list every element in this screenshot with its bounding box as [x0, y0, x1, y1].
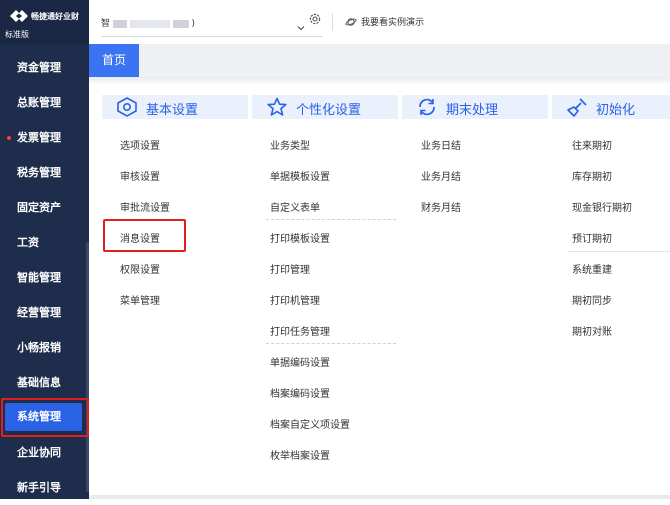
menu-item-monthly-close[interactable]: 业务月结: [421, 168, 461, 183]
account-name: 智 ): [101, 16, 195, 29]
section-title: 基本设置: [146, 103, 199, 118]
gear-icon: [117, 97, 137, 117]
highlight-box-message: [103, 219, 186, 252]
sidebar-item-expense[interactable]: 小畅报销: [0, 331, 89, 365]
new-dot-icon: [7, 136, 11, 140]
section-header-personalize: 个性化设置: [252, 95, 398, 119]
sidebar-item-collab[interactable]: 企业协同: [0, 436, 89, 470]
tab-home[interactable]: 首页: [89, 44, 139, 77]
demo-link[interactable]: 我要看实例演示: [361, 15, 424, 28]
sidebar-item-guide[interactable]: 新手引导: [0, 471, 89, 505]
account-underline: [101, 36, 323, 37]
sidebar-item-label: 新手引导: [17, 481, 61, 494]
section-title: 个性化设置: [296, 103, 362, 118]
sidebar-item-smart[interactable]: 智能管理: [0, 261, 89, 295]
masked-text: [172, 19, 189, 28]
menu-item-options[interactable]: 选项设置: [120, 137, 160, 152]
account-prefix: 智: [101, 19, 111, 29]
logo-icon: [10, 10, 28, 22]
refresh-icon: [419, 98, 435, 116]
brand-logo[interactable]: 畅捷通好业财 标准版: [0, 0, 89, 44]
sidebar-item-label: 基础信息: [17, 376, 61, 389]
masked-text: [112, 19, 127, 28]
menu-item-print-mgmt[interactable]: 打印管理: [270, 261, 310, 276]
sidebar-scrollbar[interactable]: [86, 242, 89, 492]
divider: [332, 13, 333, 31]
sidebar-item-label: 总账管理: [17, 96, 61, 109]
sidebar-item-label: 固定资产: [17, 201, 61, 214]
menu-item-permission[interactable]: 权限设置: [120, 261, 160, 276]
menu-item-prepay-opening[interactable]: 预订期初: [572, 230, 612, 245]
menu-item-doc-template[interactable]: 单据模板设置: [270, 168, 330, 183]
brand-edition: 标准版: [5, 30, 29, 39]
sidebar-item-invoice[interactable]: 发票管理: [0, 121, 89, 155]
menu-item-custom-form[interactable]: 自定义表单: [270, 199, 320, 214]
menu-item-opening-reconcile[interactable]: 期初对账: [572, 323, 612, 338]
sidebar-item-label: 小畅报销: [17, 341, 61, 354]
section-header-init: 初始化: [552, 95, 670, 119]
section-header-basic: 基本设置: [102, 95, 248, 119]
sidebar-item-label: 企业协同: [17, 446, 61, 459]
menu-item-biz-type[interactable]: 业务类型: [270, 137, 310, 152]
menu-item-ar-ap-opening[interactable]: 往来期初: [572, 137, 612, 152]
section-header-period-end: 期末处理: [402, 95, 548, 119]
divider: [266, 343, 396, 344]
sidebar-item-label: 工资: [17, 236, 39, 249]
account-suffix: ): [191, 19, 196, 29]
sidebar-item-basic-info[interactable]: 基础信息: [0, 366, 89, 400]
section-title: 期末处理: [446, 103, 499, 118]
bottom-edge: [89, 495, 670, 499]
menu-item-approval-flow[interactable]: 审批流设置: [120, 199, 170, 214]
section-title: 初始化: [596, 103, 636, 118]
menu-item-printer-mgmt[interactable]: 打印机管理: [270, 292, 320, 307]
masked-text: [129, 19, 170, 28]
menu-item-archive-custom[interactable]: 档案自定义项设置: [270, 416, 350, 431]
gear-icon[interactable]: [308, 12, 322, 26]
menu-item-archive-code[interactable]: 档案编码设置: [270, 385, 330, 400]
panel-shadow: [89, 77, 670, 85]
menu-item-stock-opening[interactable]: 库存期初: [572, 168, 612, 183]
divider: [568, 251, 670, 252]
menu-item-opening-sync[interactable]: 期初同步: [572, 292, 612, 307]
menu-item-print-template[interactable]: 打印模板设置: [270, 230, 330, 245]
top-bar: 智 ) 我要看实例演示: [89, 0, 670, 45]
divider: [266, 219, 396, 220]
menu-item-menu-mgmt[interactable]: 菜单管理: [120, 292, 160, 307]
sidebar-item-ledger[interactable]: 总账管理: [0, 86, 89, 120]
chevron-down-icon[interactable]: [297, 24, 305, 32]
sidebar-item-funds[interactable]: 资金管理: [0, 51, 89, 85]
menu-item-finance-close[interactable]: 财务月结: [421, 199, 461, 214]
sidebar-item-assets[interactable]: 固定资产: [0, 191, 89, 225]
sidebar-item-payroll[interactable]: 工资: [0, 226, 89, 260]
menu-item-system-rebuild[interactable]: 系统重建: [572, 261, 612, 276]
sidebar-item-tax[interactable]: 税务管理: [0, 156, 89, 190]
planet-icon[interactable]: [345, 16, 357, 28]
menu-item-audit[interactable]: 审核设置: [120, 168, 160, 183]
sidebar-item-label: 经营管理: [17, 306, 61, 319]
sidebar-item-label: 发票管理: [17, 131, 61, 144]
menu-item-doc-code[interactable]: 单据编码设置: [270, 354, 330, 369]
menu-item-enum-archive[interactable]: 枚举档案设置: [270, 447, 330, 462]
star-icon: [267, 97, 287, 116]
sidebar-item-label: 智能管理: [17, 271, 61, 284]
highlight-box-system: [1, 398, 89, 437]
broom-icon: [567, 98, 587, 117]
menu-item-print-task[interactable]: 打印任务管理: [270, 323, 330, 338]
menu-item-cash-bank-opening[interactable]: 现金银行期初: [572, 199, 632, 214]
sidebar-item-operations[interactable]: 经营管理: [0, 296, 89, 330]
sidebar-item-label: 税务管理: [17, 166, 61, 179]
tab-bar: 首页: [89, 44, 670, 77]
brand-name: 畅捷通好业财: [31, 12, 79, 21]
account-selector[interactable]: 智 ): [101, 12, 323, 37]
sidebar-item-label: 资金管理: [17, 61, 61, 74]
menu-item-daily-close[interactable]: 业务日结: [421, 137, 461, 152]
